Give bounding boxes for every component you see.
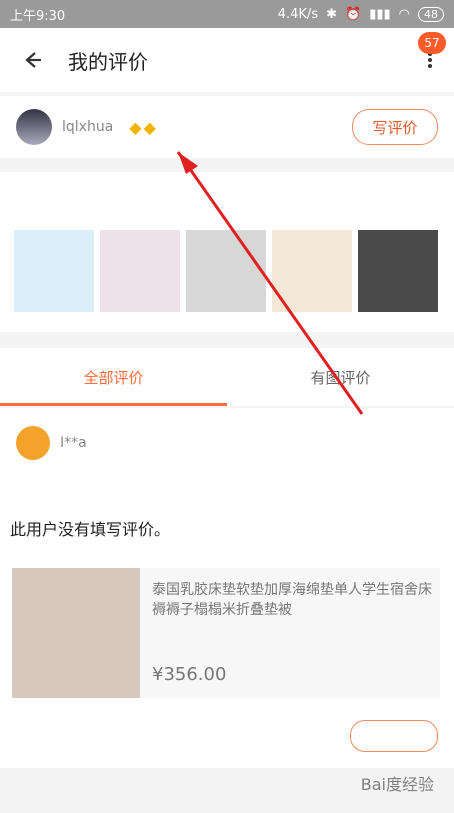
promo-thumbnails <box>14 230 438 312</box>
user-avatar <box>16 109 52 145</box>
wifi-icon: ◠ <box>398 6 410 22</box>
back-button[interactable] <box>18 46 46 74</box>
notification-badge: 57 <box>418 32 446 54</box>
review-action-button[interactable] <box>350 720 438 752</box>
signal-icon: ▮▮▮ <box>369 6 391 22</box>
tab-photo-reviews[interactable]: 有图评价 <box>227 348 454 406</box>
product-image <box>12 568 140 698</box>
status-bar: 上午9:30 4.4K/s ✱ ⏰ ▮▮▮ ◠ 48 <box>0 0 454 28</box>
promo-thumb[interactable] <box>100 230 180 312</box>
network-speed: 4.4K/s <box>277 6 319 22</box>
user-row: lqlxhua ◆ ◆ 写评价 <box>0 96 454 158</box>
bluetooth-icon: ✱ <box>326 6 337 22</box>
battery-indicator: 48 <box>418 6 444 22</box>
review-card: I**a 此用户没有填写评价。 泰国乳胶床垫软垫加厚海绵垫单人学生宿舍床褥褥子榻… <box>0 408 454 768</box>
promo-thumb[interactable] <box>272 230 352 312</box>
diamond-icon: ◆ <box>143 117 156 137</box>
reviewer-name: I**a <box>60 435 87 451</box>
tab-all-reviews[interactable]: 全部评价 <box>0 348 227 406</box>
review-tabs: 全部评价 有图评价 <box>0 348 454 406</box>
watermark: Bai度经验 <box>360 775 434 794</box>
product-card[interactable]: 泰国乳胶床垫软垫加厚海绵垫单人学生宿舍床褥褥子榻榻米折叠垫被 ¥356.00 <box>12 568 440 698</box>
promo-thumb[interactable] <box>186 230 266 312</box>
reviewer-avatar <box>16 426 50 460</box>
product-price: ¥356.00 <box>152 664 227 685</box>
promo-thumb[interactable] <box>14 230 94 312</box>
review-header: I**a <box>16 426 87 460</box>
top-header: 我的评价 57 <box>0 28 454 92</box>
product-title: 泰国乳胶床垫软垫加厚海绵垫单人学生宿舍床褥褥子榻榻米折叠垫被 <box>152 582 432 618</box>
diamond-icon: ◆ <box>129 117 142 137</box>
user-name: lqlxhua <box>62 119 114 135</box>
back-arrow-icon <box>25 52 41 68</box>
review-text: 此用户没有填写评价。 <box>10 520 171 539</box>
status-time: 上午9:30 <box>10 8 66 24</box>
promo-thumb[interactable] <box>358 230 438 312</box>
user-level-badge: ◆ ◆ <box>129 118 156 137</box>
alarm-icon: ⏰ <box>345 6 362 22</box>
promo-section <box>0 172 454 332</box>
write-review-button[interactable]: 写评价 <box>352 109 438 145</box>
page-title: 我的评价 <box>68 49 148 74</box>
